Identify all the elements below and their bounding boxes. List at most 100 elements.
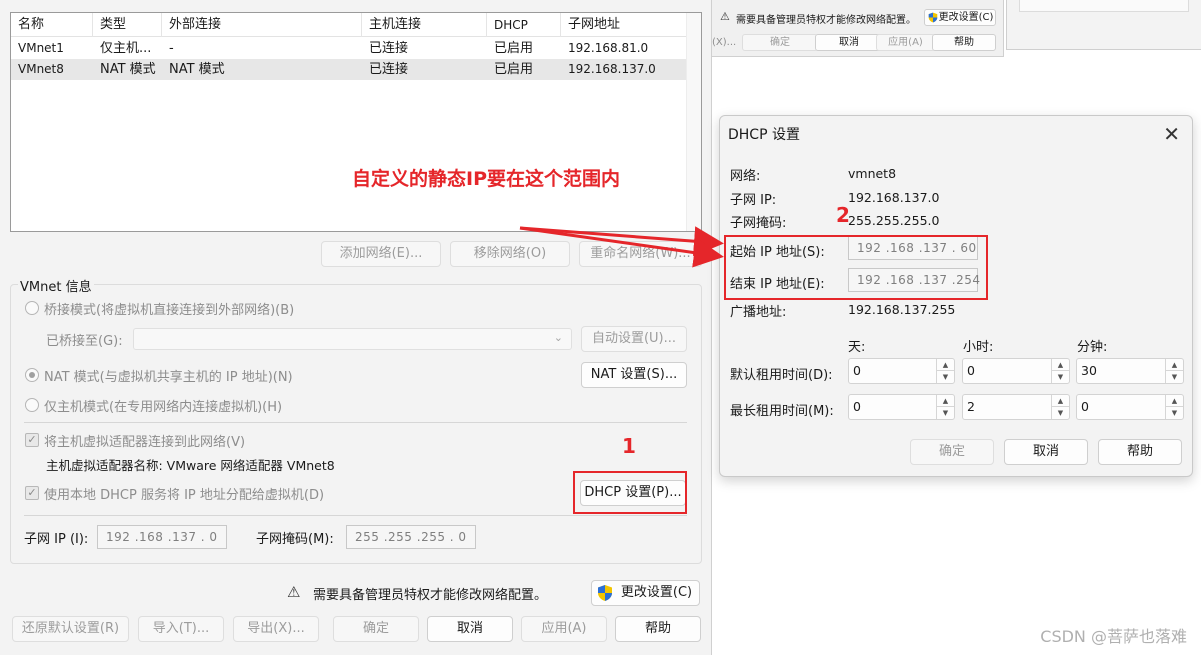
default-lease-label: 默认租用时间(D): <box>730 368 833 383</box>
column-header-subnet[interactable]: 子网地址 <box>561 13 687 37</box>
auto-settings-button[interactable]: 自动设置(U)... <box>581 326 687 352</box>
spin-down-icon[interactable]: ▼ <box>1052 371 1069 383</box>
ok-button[interactable]: 确定 <box>333 616 419 642</box>
column-header-host[interactable]: 主机连接 <box>362 13 487 37</box>
table-row[interactable]: VMnet8 NAT 模式 NAT 模式 已连接 已启用 192.168.137… <box>11 59 687 80</box>
subnet-ip-field[interactable]: 192 .168 .137 . 0 <box>97 525 227 549</box>
stepper-value: 0 <box>1081 399 1089 414</box>
dhcp-ok-button[interactable]: 确定 <box>910 439 994 465</box>
max-lease-hours-stepper[interactable]: 2 ▲ ▼ <box>962 394 1070 420</box>
subnet-mask-label: 子网掩码: <box>730 216 787 231</box>
cell-external: - <box>169 41 174 56</box>
connect-adapter-label: 将主机虚拟适配器连接到此网络(V) <box>44 435 246 450</box>
dialog-title: DHCP 设置 <box>728 127 800 143</box>
apply-button[interactable]: 应用(A) <box>521 616 607 642</box>
spin-down-icon[interactable]: ▼ <box>1052 407 1069 419</box>
subnet-ip-label: 子网 IP (I): <box>24 532 89 547</box>
cell-dhcp: 已启用 <box>494 41 534 56</box>
divider <box>24 422 687 423</box>
broadcast-value: 192.168.137.255 <box>848 302 956 317</box>
annotation-number-2: 2 <box>836 203 850 227</box>
max-lease-label: 最长租用时间(M): <box>730 404 834 419</box>
background-field <box>1019 0 1189 12</box>
back-apply-button[interactable]: 应用(A) <box>876 34 935 51</box>
back-help-button[interactable]: 帮助 <box>932 34 996 51</box>
back-left-button[interactable]: (X)... <box>712 37 736 48</box>
subnet-ip-label: 子网 IP: <box>730 193 777 208</box>
spin-up-icon[interactable]: ▲ <box>937 395 954 407</box>
vmnet-info-legend: VMnet 信息 <box>18 276 94 295</box>
stepper-value: 0 <box>853 363 861 378</box>
subnet-ip-value: 192.168.137.0 <box>848 190 940 205</box>
cell-subnet: 192.168.137.0 <box>568 62 656 76</box>
background-window <box>1006 0 1201 50</box>
column-header-name[interactable]: 名称 <box>11 13 93 37</box>
bridged-mode-radio[interactable] <box>25 301 39 315</box>
dhcp-help-button[interactable]: 帮助 <box>1098 439 1182 465</box>
spin-down-icon[interactable]: ▼ <box>1166 407 1183 419</box>
column-header-type[interactable]: 类型 <box>93 13 162 37</box>
annotation-ip-range-box <box>724 235 988 300</box>
bridged-to-select[interactable]: ⌄ <box>133 328 572 350</box>
broadcast-label: 广播地址: <box>730 305 787 320</box>
spin-up-icon[interactable]: ▲ <box>1166 395 1183 407</box>
nat-mode-radio[interactable] <box>25 368 39 382</box>
chevron-down-icon: ⌄ <box>553 331 563 344</box>
uac-shield-icon <box>598 585 612 601</box>
hours-column-label: 小时: <box>963 340 994 355</box>
default-lease-hours-stepper[interactable]: 0 ▲ ▼ <box>962 358 1070 384</box>
adapter-name-label: 主机虚拟适配器名称: VMware 网络适配器 VMnet8 <box>46 458 335 473</box>
add-network-button[interactable]: 添加网络(E)... <box>321 241 441 267</box>
virtual-network-editor-window: 名称 类型 外部连接 主机连接 DHCP 子网地址 VMnet1 仅主机... … <box>0 0 712 655</box>
spin-down-icon[interactable]: ▼ <box>1166 371 1183 383</box>
cell-host: 已连接 <box>369 62 409 77</box>
change-settings-label: 更改设置(C) <box>620 585 693 600</box>
back-cancel-button[interactable]: 取消 <box>815 34 883 51</box>
import-button[interactable]: 导入(T)... <box>138 616 224 642</box>
cell-host: 已连接 <box>369 41 409 56</box>
use-dhcp-checkbox[interactable]: ✓ <box>25 486 39 500</box>
default-lease-minutes-stepper[interactable]: 30 ▲ ▼ <box>1076 358 1184 384</box>
export-button[interactable]: 导出(X)... <box>233 616 319 642</box>
cell-type: NAT 模式 <box>100 62 156 77</box>
spin-down-icon[interactable]: ▼ <box>937 407 954 419</box>
stepper-value: 2 <box>967 399 975 414</box>
connect-adapter-checkbox[interactable]: ✓ <box>25 433 39 447</box>
restore-defaults-button[interactable]: 还原默认设置(R) <box>12 616 129 642</box>
back-change-settings-button[interactable]: 更改设置(C) <box>924 9 996 26</box>
back-ok-button[interactable]: 确定 <box>742 34 818 51</box>
max-lease-days-stepper[interactable]: 0 ▲ ▼ <box>848 394 955 420</box>
table-scrollbar[interactable] <box>686 13 701 231</box>
use-dhcp-label: 使用本地 DHCP 服务将 IP 地址分配给虚拟机(D) <box>44 488 325 503</box>
annotation-dhcp-button-box <box>573 471 687 514</box>
column-header-dhcp[interactable]: DHCP <box>487 13 561 37</box>
column-header-external[interactable]: 外部连接 <box>162 13 362 37</box>
stepper-value: 0 <box>967 363 975 378</box>
max-lease-minutes-stepper[interactable]: 0 ▲ ▼ <box>1076 394 1184 420</box>
cell-type: 仅主机... <box>100 41 152 56</box>
minutes-column-label: 分钟: <box>1077 340 1108 355</box>
subnet-mask-value: 255.255.255.0 <box>848 213 940 228</box>
nat-settings-button[interactable]: NAT 设置(S)... <box>581 362 687 388</box>
days-column-label: 天: <box>848 340 866 355</box>
annotation-callout-text: 自定义的静态IP要在这个范围内 <box>352 168 620 190</box>
spin-up-icon[interactable]: ▲ <box>1052 359 1069 371</box>
cell-dhcp: 已启用 <box>494 62 534 77</box>
spin-up-icon[interactable]: ▲ <box>937 359 954 371</box>
spin-up-icon[interactable]: ▲ <box>1052 395 1069 407</box>
change-settings-button[interactable]: 更改设置(C) <box>591 580 700 606</box>
back-notice-text: 需要具备管理员特权才能修改网络配置。 <box>736 15 916 26</box>
help-button[interactable]: 帮助 <box>615 616 701 642</box>
bridged-mode-label: 桥接模式(将虚拟机直接连接到外部网络)(B) <box>44 303 295 318</box>
spin-down-icon[interactable]: ▼ <box>937 371 954 383</box>
cancel-button[interactable]: 取消 <box>427 616 513 642</box>
close-icon[interactable]: ✕ <box>1163 122 1180 146</box>
subnet-mask-field[interactable]: 255 .255 .255 . 0 <box>346 525 476 549</box>
host-only-radio[interactable] <box>25 398 39 412</box>
watermark-text: CSDN @菩萨也落难 <box>1040 627 1187 646</box>
table-row[interactable]: VMnet1 仅主机... - 已连接 已启用 192.168.81.0 <box>11 38 687 59</box>
default-lease-days-stepper[interactable]: 0 ▲ ▼ <box>848 358 955 384</box>
cell-name: VMnet1 <box>18 41 64 55</box>
spin-up-icon[interactable]: ▲ <box>1166 359 1183 371</box>
dhcp-cancel-button[interactable]: 取消 <box>1004 439 1088 465</box>
